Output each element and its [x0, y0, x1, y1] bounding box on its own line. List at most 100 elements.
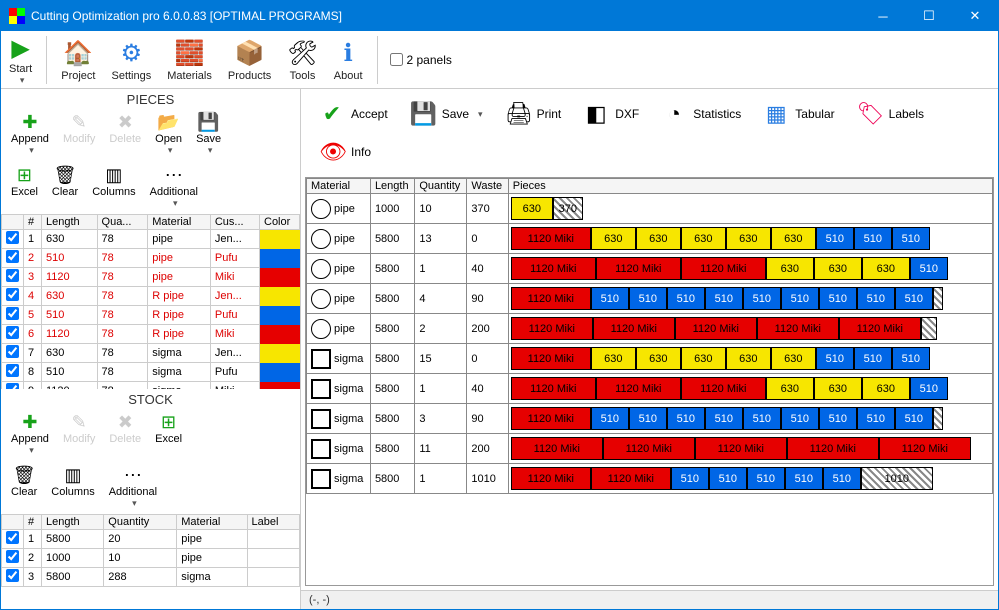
table-row[interactable]: 9112078sigmaMiki [2, 382, 300, 390]
two-panels-checkbox[interactable]: 2 panels [384, 53, 458, 67]
stock-additional-button[interactable]: ⋯Additional [103, 463, 163, 510]
cut-piece: 510 [816, 347, 854, 370]
row-checkbox[interactable] [2, 268, 24, 287]
about-button[interactable]: ℹAbout [326, 33, 371, 87]
pieces-col-header[interactable]: Qua... [97, 215, 148, 230]
table-row[interactable]: 2100010pipe [2, 549, 300, 568]
row-checkbox[interactable] [2, 344, 24, 363]
info-button[interactable]: 👁Info [311, 135, 379, 169]
settings-button[interactable]: ⚙Settings [103, 33, 159, 87]
table-row[interactable]: 1580020pipe [2, 530, 300, 549]
pieces-excel-button[interactable]: ⊞Excel [5, 163, 44, 210]
table-row[interactable]: 851078sigmaPufu [2, 363, 300, 382]
result-col-header[interactable]: Waste [467, 179, 508, 194]
project-button[interactable]: 🏠Project [53, 33, 103, 87]
row-checkbox[interactable] [2, 230, 24, 249]
row-checkbox[interactable] [2, 287, 24, 306]
table-row[interactable]: pipe 58002200 1120 Miki1120 Miki1120 Mik… [307, 314, 993, 344]
cut-piece: 510 [785, 467, 823, 490]
row-checkbox[interactable] [2, 530, 24, 549]
table-row[interactable]: sigma 5800390 1120 Miki51051051051051051… [307, 404, 993, 434]
start-button[interactable]: ▶Start [1, 33, 40, 87]
material-icon [311, 259, 331, 279]
result-save-button[interactable]: 💾Save [402, 97, 491, 131]
table-row[interactable]: 763078sigmaJen... [2, 344, 300, 363]
tabular-button[interactable]: ▦Tabular [755, 97, 842, 131]
pieces-col-header[interactable]: Length [42, 215, 98, 230]
table-row[interactable]: pipe 5800140 1120 Miki1120 Miki1120 Miki… [307, 254, 993, 284]
minimize-button[interactable]: ─ [860, 1, 906, 31]
cut-piece: 1120 Miki [787, 437, 879, 460]
close-button[interactable]: ✕ [952, 1, 998, 31]
pieces-col-header[interactable]: Material [148, 215, 211, 230]
accept-button[interactable]: ✔Accept [311, 97, 396, 131]
pieces-col-header[interactable]: Color [260, 215, 300, 230]
cut-piece [933, 287, 943, 310]
cut-piece: 1120 Miki [681, 257, 766, 280]
table-row[interactable]: 251078pipePufu [2, 249, 300, 268]
row-checkbox[interactable] [2, 382, 24, 390]
result-col-header[interactable]: Quantity [415, 179, 467, 194]
pieces-columns-button[interactable]: ▥Columns [86, 163, 141, 210]
table-row[interactable]: 3112078pipeMiki [2, 268, 300, 287]
cut-piece: 630 [681, 347, 726, 370]
stock-excel-button[interactable]: ⊞Excel [149, 410, 188, 457]
table-row[interactable]: sigma 580011010 1120 Miki1120 Miki510510… [307, 464, 993, 494]
print-button[interactable]: 🖨Print [497, 97, 570, 131]
cut-piece: 630 [726, 347, 771, 370]
row-checkbox[interactable] [2, 306, 24, 325]
row-checkbox[interactable] [2, 249, 24, 268]
tools-label: Tools [290, 70, 316, 82]
table-row[interactable]: sigma 5800140 1120 Miki1120 Miki1120 Mik… [307, 374, 993, 404]
pieces-open-button[interactable]: 📂Open [149, 110, 188, 157]
stock-col-header[interactable]: # [24, 515, 42, 530]
stock-col-header[interactable]: Quantity [104, 515, 177, 530]
table-row[interactable]: 35800288sigma [2, 568, 300, 587]
cut-piece: 630 [766, 257, 814, 280]
labels-button[interactable]: 🏷Labels [849, 97, 932, 131]
result-table[interactable]: MaterialLengthQuantityWastePieces pipe 1… [305, 177, 994, 586]
stock-col-header[interactable]: Material [177, 515, 247, 530]
stock-clear-button[interactable]: 🗑Clear [5, 463, 43, 510]
tools-button[interactable]: 🛠Tools [279, 33, 325, 87]
products-button[interactable]: 📦Products [220, 33, 279, 87]
pieces-append-button[interactable]: ✚Append [5, 110, 55, 157]
stock-col-header[interactable]: Label [247, 515, 299, 530]
maximize-button[interactable]: ☐ [906, 1, 952, 31]
row-checkbox[interactable] [2, 363, 24, 382]
result-col-header[interactable]: Length [370, 179, 414, 194]
settings-label: Settings [111, 70, 151, 82]
pieces-save-button[interactable]: 💾Save [190, 110, 227, 157]
result-panel: ✔Accept 💾Save 🖨Print ◧DXF ◔Statistics ▦T… [301, 89, 998, 609]
table-row[interactable]: sigma 580011200 1120 Miki1120 Miki1120 M… [307, 434, 993, 464]
row-checkbox[interactable] [2, 325, 24, 344]
statistics-button[interactable]: ◔Statistics [653, 97, 749, 131]
result-toolbar: ✔Accept 💾Save 🖨Print ◧DXF ◔Statistics ▦T… [301, 89, 998, 135]
color-swatch [260, 268, 300, 287]
result-col-header[interactable]: Material [307, 179, 371, 194]
pieces-col-header[interactable]: Cus... [210, 215, 259, 230]
table-row[interactable]: pipe 5800490 1120 Miki510510510510510510… [307, 284, 993, 314]
row-checkbox[interactable] [2, 549, 24, 568]
pieces-col-header[interactable]: # [24, 215, 42, 230]
materials-button[interactable]: 🧱Materials [159, 33, 220, 87]
row-checkbox[interactable] [2, 568, 24, 587]
stock-columns-button[interactable]: ▥Columns [45, 463, 100, 510]
table-row[interactable]: 6112078R pipeMiki [2, 325, 300, 344]
table-row[interactable]: 163078pipeJen... [2, 230, 300, 249]
pieces-additional-button[interactable]: ⋯Additional [144, 163, 204, 210]
table-row[interactable]: pipe 100010370 630370 [307, 194, 993, 224]
stock-append-button[interactable]: ✚Append [5, 410, 55, 457]
table-row[interactable]: 463078R pipeJen... [2, 287, 300, 306]
cut-piece: 510 [629, 407, 667, 430]
stock-col-header[interactable]: Length [42, 515, 104, 530]
dxf-button[interactable]: ◧DXF [575, 97, 647, 131]
result-col-header[interactable]: Pieces [508, 179, 992, 194]
table-row[interactable]: 551078R pipePufu [2, 306, 300, 325]
stock-table[interactable]: #LengthQuantityMaterialLabel 1580020pipe… [1, 514, 300, 609]
pieces-clear-button[interactable]: 🗑Clear [46, 163, 84, 210]
table-row[interactable]: sigma 5800150 1120 Miki63063063063063051… [307, 344, 993, 374]
table-row[interactable]: pipe 5800130 1120 Miki630630630630630510… [307, 224, 993, 254]
pieces-table[interactable]: #LengthQua...MaterialCus...Color 163078p… [1, 214, 300, 389]
cut-piece: 510 [823, 467, 861, 490]
